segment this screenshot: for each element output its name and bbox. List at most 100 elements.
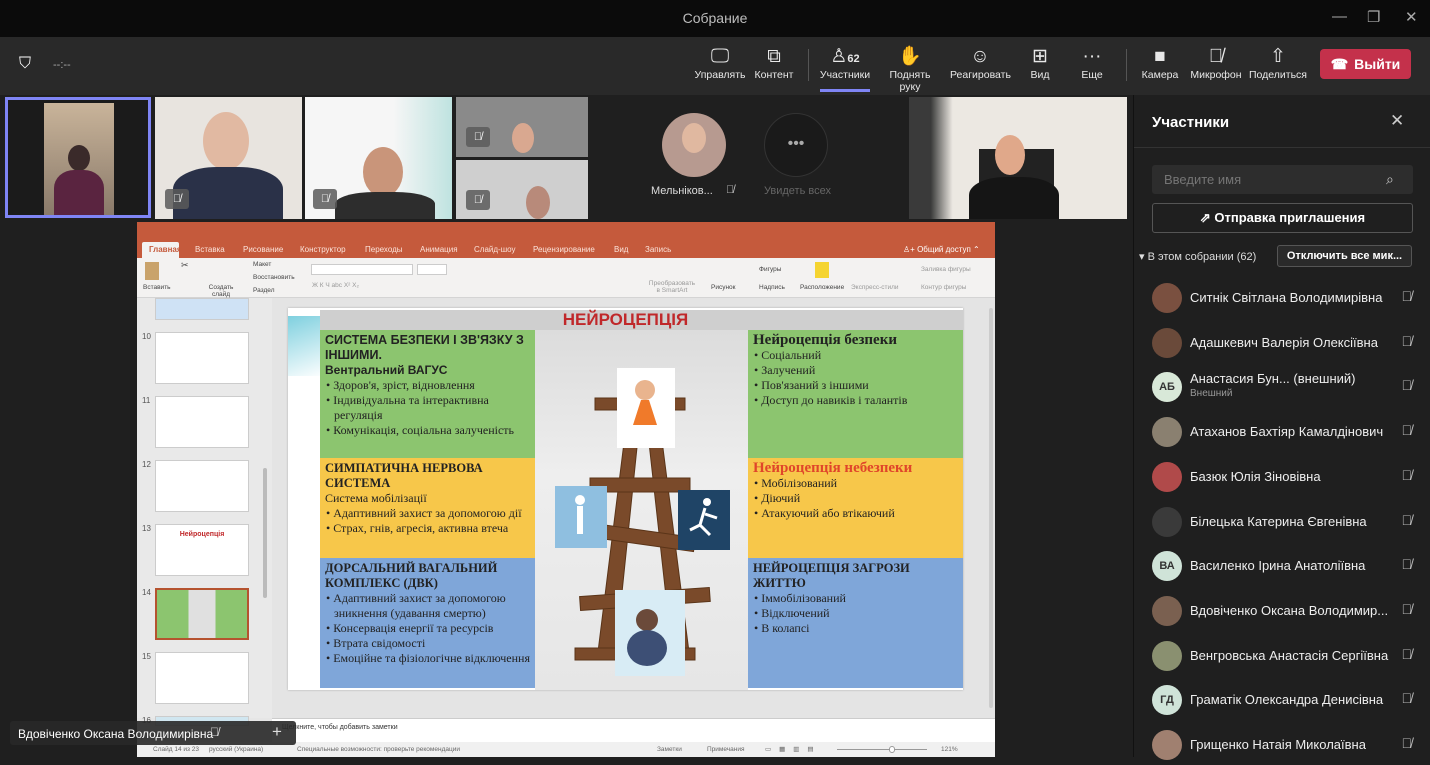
video-tile[interactable] <box>909 97 1127 219</box>
send-invite-button[interactable]: ⇗ Отправка приглашения <box>1152 203 1413 233</box>
participant-row[interactable]: Вдовіченко Оксана Володимир... 🎙̸ <box>1152 591 1422 631</box>
close-window-icon[interactable]: ✕ <box>1405 8 1418 26</box>
toolbar-people-button[interactable]: ♙62 Участники <box>815 45 875 81</box>
mute-all-button[interactable]: Отключить все мик... <box>1277 245 1412 267</box>
ppt-tab[interactable]: Конструктор <box>300 245 346 254</box>
minimize-icon[interactable]: — <box>1332 8 1347 25</box>
participant-row[interactable]: Базюк Юлія Зіновівна 🎙̸ <box>1152 457 1422 497</box>
mic-off-icon[interactable]: 🎙̸ <box>1402 735 1413 751</box>
participant-row[interactable]: ВА Василенко Ірина Анатоліївна 🎙̸ <box>1152 546 1422 586</box>
section-button[interactable]: Раздел <box>253 287 274 294</box>
avatar[interactable] <box>662 113 726 177</box>
slide-thumbnail[interactable]: Нейроцепція <box>155 524 249 576</box>
see-all-button[interactable]: ••• <box>764 113 828 177</box>
ppt-tab[interactable]: Слайд-шоу <box>474 245 515 254</box>
arrange-button[interactable]: Расположение <box>800 284 844 291</box>
cell-heading: Нейроцепція безпеки <box>753 332 898 348</box>
avatar: АБ <box>1152 372 1182 403</box>
mic-off-icon[interactable]: 🎙̸ <box>1402 690 1413 706</box>
slide-scrollbar[interactable] <box>989 308 993 708</box>
mic-off-icon[interactable]: 🎙̸ <box>1402 512 1413 528</box>
thumbnail-scrollbar[interactable] <box>263 468 267 598</box>
comments-button[interactable]: Примечания <box>707 746 745 753</box>
close-panel-icon[interactable]: ✕ <box>1390 111 1404 131</box>
participant-row[interactable]: ГД Граматік Олександра Денисівна 🎙̸ <box>1152 680 1422 720</box>
toolbar-mic-off-button[interactable]: 🎙̸ Микрофон <box>1186 45 1246 81</box>
format-buttons[interactable]: Ж К Ч abc X² X₂ <box>312 282 359 289</box>
ppt-tab[interactable]: Вставка <box>195 245 225 254</box>
mic-off-icon[interactable]: 🎙̸ <box>1402 422 1413 438</box>
ppt-tab[interactable]: Главная <box>149 245 182 254</box>
participant-row[interactable]: Грищенко Натаія Миколаївна 🎙̸ <box>1152 725 1422 765</box>
video-tile[interactable]: 🎙̸ <box>456 160 588 219</box>
cut-icon[interactable]: ✂ <box>181 260 189 271</box>
reset-button[interactable]: Восстановить <box>253 274 295 281</box>
shape-outline-button[interactable]: Контур фигуры <box>921 284 966 291</box>
participant-row[interactable]: Атаханов Бахтіяр Камалдінович 🎙̸ <box>1152 412 1422 452</box>
mic-off-icon[interactable]: 🎙̸ <box>1402 288 1413 304</box>
slide-thumbnail[interactable] <box>155 652 249 704</box>
video-tile[interactable]: 🎙̸ <box>155 97 302 219</box>
leave-button[interactable]: ☎ Выйти <box>1320 49 1411 79</box>
slide-thumbnail[interactable] <box>155 588 249 640</box>
toolbar-smile-button[interactable]: ☺ Реагировать <box>950 45 1011 81</box>
view-buttons[interactable]: ▭▦▥▤ <box>765 745 825 753</box>
mic-off-icon[interactable]: 🎙̸ <box>1402 646 1413 662</box>
participant-row[interactable]: Ситнік Світлана Володимирівна 🎙̸ <box>1152 278 1422 318</box>
bullet-item: Доступ до навиків і талантів <box>753 393 958 408</box>
slide-thumbnail[interactable] <box>155 332 249 384</box>
accessibility-status[interactable]: Специальные возможности: проверьте реком… <box>297 746 460 753</box>
textbox-button[interactable]: Надпись <box>759 284 785 291</box>
zoom-slider-handle[interactable] <box>889 746 895 753</box>
ppt-tab[interactable]: Запись <box>645 245 671 254</box>
toolbar-camera-button[interactable]: ■ Камера <box>1130 45 1190 81</box>
smartart-button[interactable]: Преобразовать в SmartArt <box>647 280 697 294</box>
shapes-button[interactable]: Фигуры <box>759 266 781 273</box>
video-tile[interactable]: 🎙̸ <box>456 97 588 157</box>
plus-icon[interactable]: + <box>272 722 282 742</box>
toolbar-grid-button[interactable]: ⊞ Вид <box>1010 45 1070 81</box>
font-name-dropdown[interactable] <box>311 264 413 275</box>
video-tile[interactable] <box>5 97 151 218</box>
paste-button[interactable]: Вставить <box>143 284 171 291</box>
slide-thumbnail[interactable] <box>155 396 249 448</box>
bullet-item: Страх, гнів, агресія, активна втеча <box>325 521 530 536</box>
shape-fill-button[interactable]: Заливка фигуры <box>921 266 971 273</box>
ppt-tab[interactable]: Вид <box>614 245 628 254</box>
toolbar-more-button[interactable]: ··· Еще <box>1062 45 1122 81</box>
mic-off-icon[interactable]: 🎙̸ <box>1402 333 1413 349</box>
slide-thumbnail[interactable] <box>155 298 249 320</box>
language-status[interactable]: русский (Украина) <box>209 746 263 753</box>
quick-styles-button[interactable]: Экспресс-стили <box>851 284 899 291</box>
participant-row[interactable]: Венгровська Анастасія Сергіївна 🎙̸ <box>1152 636 1422 676</box>
mic-off-icon[interactable]: 🎙̸ <box>1402 467 1413 483</box>
mic-off-icon[interactable]: 🎙̸ <box>1402 556 1413 572</box>
picture-button[interactable]: Рисунок <box>711 284 736 291</box>
layout-button[interactable]: Макет <box>253 261 271 268</box>
ppt-tab[interactable]: Анимация <box>420 245 458 254</box>
participant-row[interactable]: Адашкевич Валерія Олексіївна 🎙̸ <box>1152 323 1422 363</box>
bullet-item: Діючий <box>753 491 958 506</box>
zoom-slider[interactable] <box>837 749 927 750</box>
video-tile[interactable]: 🎙̸ <box>305 97 452 219</box>
participant-search-input[interactable] <box>1152 165 1413 194</box>
participant-row[interactable]: АБ Анастасия Бун... (внешний) Внешний 🎙̸ <box>1152 367 1422 407</box>
notes-input[interactable]: Щелкните, чтобы добавить заметки <box>272 718 995 742</box>
notes-button[interactable]: Заметки <box>657 746 682 753</box>
toolbar-screen-pointer-button[interactable]: 🖵 Управлять <box>690 45 750 81</box>
section-toggle[interactable]: ▾ В этом собрании (62) <box>1139 250 1256 263</box>
share-button[interactable]: ♙+ Общий доступ ⌃ <box>903 245 980 254</box>
mic-off-icon[interactable]: 🎙̸ <box>1402 601 1413 617</box>
ppt-tab[interactable]: Рецензирование <box>533 245 595 254</box>
font-size-dropdown[interactable] <box>417 264 447 275</box>
mic-off-icon[interactable]: 🎙̸ <box>1402 377 1413 393</box>
maximize-icon[interactable]: ❐ <box>1367 8 1380 26</box>
slide-thumbnail[interactable] <box>155 460 249 512</box>
ppt-tab[interactable]: Рисование <box>243 245 283 254</box>
toolbar-share-button[interactable]: ⇧ Поделиться <box>1248 45 1308 81</box>
toolbar-share-content-button[interactable]: ⧉ Контент <box>744 45 804 81</box>
new-slide-button[interactable]: Создать слайд <box>207 284 235 298</box>
participant-row[interactable]: Білецька Катерина Євгенівна 🎙̸ <box>1152 502 1422 542</box>
ppt-tab[interactable]: Переходы <box>365 245 403 254</box>
toolbar-hand-button[interactable]: ✋ Поднять руку <box>880 45 940 93</box>
